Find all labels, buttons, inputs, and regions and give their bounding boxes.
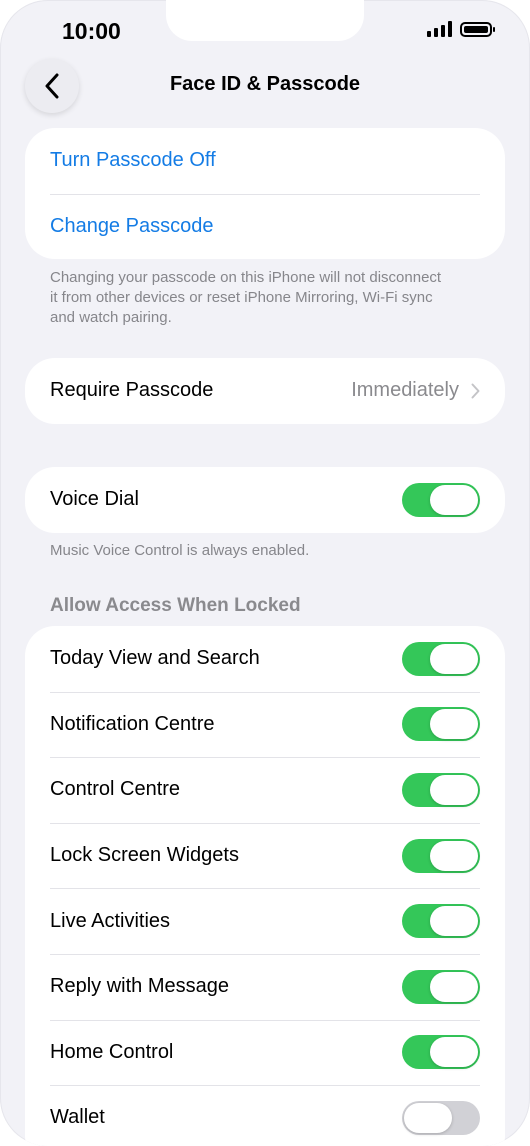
notification-centre-label: Notification Centre <box>50 712 215 735</box>
voice-dial-row: Voice Dial <box>25 467 505 533</box>
lock-screen-widgets-label: Lock Screen Widgets <box>50 844 239 867</box>
lock-screen-widgets-toggle[interactable] <box>402 838 480 873</box>
status-time: 10:00 <box>62 18 121 44</box>
wallet-toggle[interactable] <box>402 1100 480 1135</box>
dynamic-island-notch <box>166 0 364 41</box>
live-activities-label: Live Activities <box>50 909 171 932</box>
require-passcode-value: Immediately <box>351 379 459 402</box>
change-passcode-label: Change Passcode <box>50 214 214 237</box>
chevron-right-icon <box>471 383 480 399</box>
battery-icon <box>460 21 495 37</box>
control-centre-label: Control Centre <box>50 778 181 801</box>
turn-passcode-off-button[interactable]: Turn Passcode Off <box>25 128 505 194</box>
live-activities-toggle[interactable] <box>402 904 480 939</box>
list-item: Live Activities <box>25 888 505 954</box>
cellular-signal-icon <box>427 21 452 37</box>
reply-with-message-toggle[interactable] <box>402 969 480 1004</box>
require-passcode-card: Require Passcode Immediately <box>25 358 505 424</box>
list-item: Notification Centre <box>25 691 505 758</box>
home-control-toggle[interactable] <box>402 1035 480 1070</box>
passcode-footnote: Changing your passcode on this iPhone wi… <box>50 269 442 326</box>
status-icons <box>427 21 495 37</box>
notification-centre-toggle[interactable] <box>402 707 480 742</box>
voice-dial-label: Voice Dial <box>50 488 139 511</box>
require-passcode-value-group: Immediately <box>351 379 480 402</box>
list-item: Wallet <box>25 1085 505 1146</box>
list-item: Lock Screen Widgets <box>25 822 505 889</box>
passcode-card: Turn Passcode Off Change Passcode <box>25 128 505 260</box>
today-view-search-label: Today View and Search <box>50 647 260 670</box>
today-view-search-toggle[interactable] <box>402 641 480 676</box>
voice-dial-card: Voice Dial <box>25 467 505 533</box>
allow-access-header: Allow Access When Locked <box>50 595 301 616</box>
change-passcode-button[interactable]: Change Passcode <box>25 193 505 260</box>
list-item: Home Control <box>25 1019 505 1086</box>
home-control-label: Home Control <box>50 1040 174 1063</box>
list-item: Reply with Message <box>25 953 505 1020</box>
reply-with-message-label: Reply with Message <box>50 975 229 998</box>
turn-passcode-off-label: Turn Passcode Off <box>50 149 216 172</box>
list-item: Today View and Search <box>25 626 505 692</box>
voice-dial-toggle[interactable] <box>402 482 480 517</box>
page-title: Face ID & Passcode <box>169 73 361 95</box>
require-passcode-label: Require Passcode <box>50 379 214 402</box>
wallet-label: Wallet <box>50 1106 105 1129</box>
voice-dial-footnote: Music Voice Control is always enabled. <box>50 542 310 559</box>
control-centre-toggle[interactable] <box>402 772 480 807</box>
phone-screen: 10:00 Face ID & Passcode Turn Passcode O… <box>0 0 530 1146</box>
allow-access-card: Today View and Search Notification Centr… <box>25 626 505 1146</box>
require-passcode-row[interactable]: Require Passcode Immediately <box>25 358 505 424</box>
list-item: Control Centre <box>25 757 505 823</box>
